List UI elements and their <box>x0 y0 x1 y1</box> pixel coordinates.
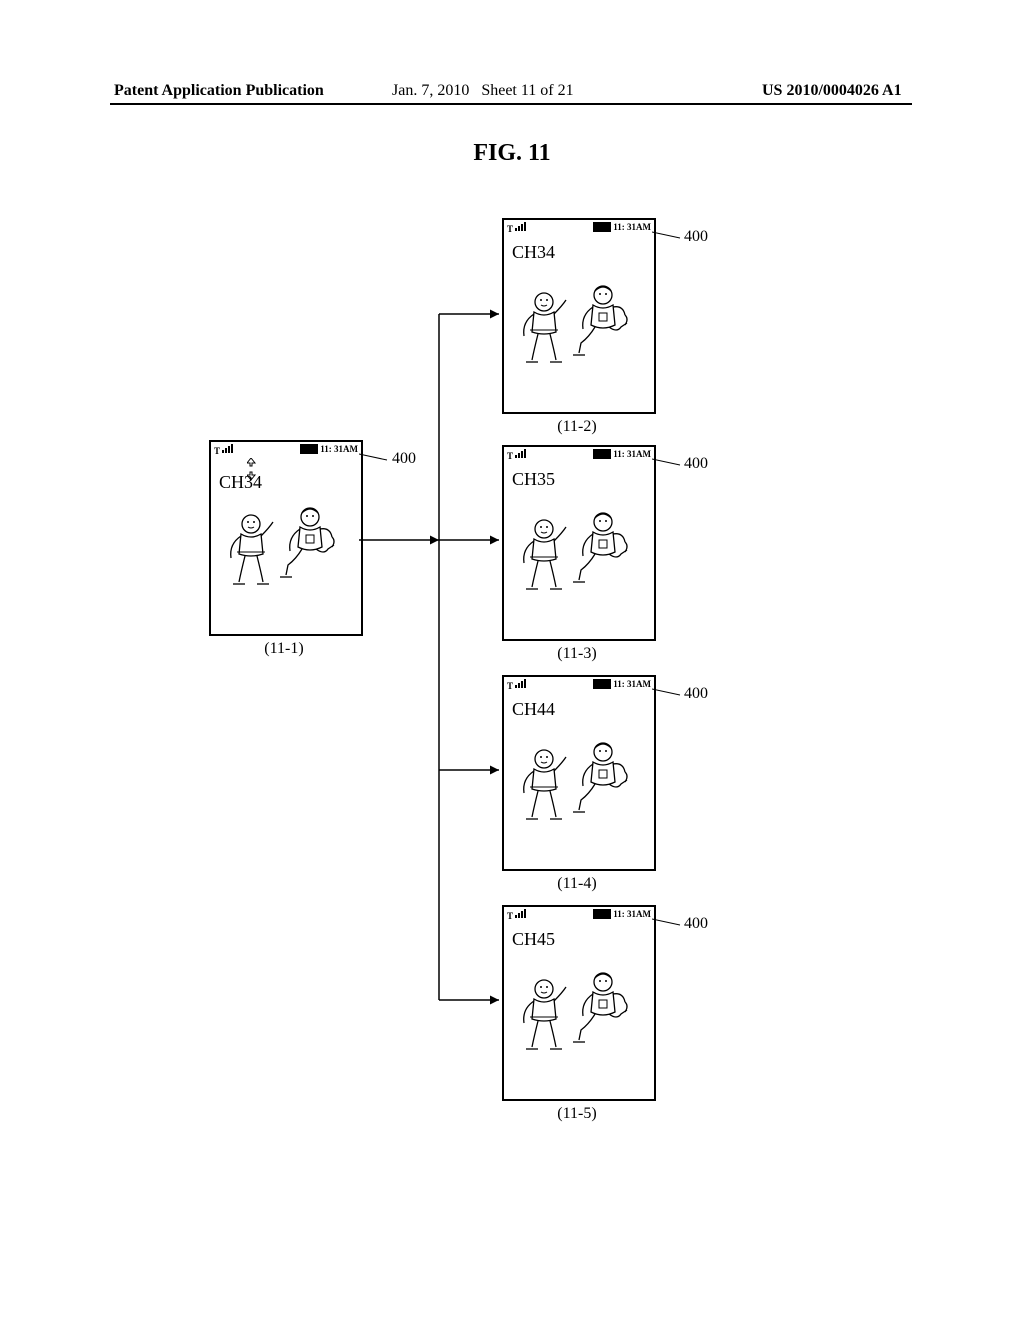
cartoon-person-a <box>544 330 604 415</box>
ref-400-11-4: 400 <box>684 685 708 703</box>
cartoon-person-a <box>544 1017 604 1102</box>
header-pubno: US 2010/0004026 A1 <box>762 82 902 100</box>
signal-indicator: T <box>507 679 527 691</box>
signal-label: T <box>214 446 220 456</box>
caption-11-2: (11-2) <box>502 418 652 436</box>
phone-screen-11-5: T 11: 31AM CH45 <box>502 905 656 1101</box>
battery-icon <box>593 679 611 689</box>
channel-up-down-icon <box>247 458 257 482</box>
header-sheet: Sheet 11 of 21 <box>481 82 573 99</box>
cartoon-person-b <box>599 552 669 637</box>
status-bar: T 11: 31AM <box>214 444 358 460</box>
signal-bars-icon <box>222 444 234 454</box>
ref-400-11-3: 400 <box>684 455 708 473</box>
battery-icon <box>300 444 318 454</box>
status-time: 11: 31AM <box>320 444 358 454</box>
channel-label: CH35 <box>512 469 555 490</box>
caption-11-3: (11-3) <box>502 645 652 663</box>
signal-indicator: T <box>507 449 527 461</box>
ref-400-11-2: 400 <box>684 228 708 246</box>
caption-11-1: (11-1) <box>209 640 359 658</box>
battery-icon <box>593 222 611 232</box>
channel-label: CH34 <box>219 472 262 493</box>
phone-screen-11-2: T 11: 31AM CH34 <box>502 218 656 414</box>
phone-screen-11-3: T 11: 31AM CH35 <box>502 445 656 641</box>
signal-indicator: T <box>507 222 527 234</box>
status-bar: T 11: 31AM <box>507 449 651 465</box>
header-date: Jan. 7, 2010 <box>392 82 469 99</box>
header-publication: Patent Application Publication <box>114 82 324 100</box>
signal-indicator: T <box>507 909 527 921</box>
status-time: 11: 31AM <box>613 222 651 232</box>
battery-icon <box>593 449 611 459</box>
channel-label: CH34 <box>512 242 555 263</box>
signal-bars-icon <box>515 909 527 919</box>
status-bar: T 11: 31AM <box>507 909 651 925</box>
header-date-sheet: Jan. 7, 2010 Sheet 11 of 21 <box>392 82 574 100</box>
signal-label: T <box>507 224 513 234</box>
channel-label: CH44 <box>512 699 555 720</box>
cartoon-person-b <box>599 782 669 867</box>
cartoon-person-a <box>544 557 604 642</box>
status-time: 11: 31AM <box>613 449 651 459</box>
ref-400-11-5: 400 <box>684 915 708 933</box>
signal-indicator: T <box>214 444 234 456</box>
figure-title: FIG. 11 <box>0 140 1024 167</box>
phone-screen-11-4: T 11: 31AM CH44 <box>502 675 656 871</box>
status-time: 11: 31AM <box>613 909 651 919</box>
cartoon-person-a <box>251 552 311 637</box>
battery-icon <box>593 909 611 919</box>
phone-screen-11-1: T 11: 31AM CH34 <box>209 440 363 636</box>
status-time: 11: 31AM <box>613 679 651 689</box>
status-bar: T 11: 31AM <box>507 679 651 695</box>
header-rule <box>110 103 912 105</box>
cartoon-person-a <box>544 787 604 872</box>
cartoon-person-b <box>599 1012 669 1097</box>
caption-11-4: (11-4) <box>502 875 652 893</box>
signal-bars-icon <box>515 222 527 232</box>
signal-bars-icon <box>515 679 527 689</box>
flow-connector <box>359 280 509 1050</box>
caption-11-5: (11-5) <box>502 1105 652 1123</box>
channel-label: CH45 <box>512 929 555 950</box>
signal-bars-icon <box>515 449 527 459</box>
status-bar: T 11: 31AM <box>507 222 651 238</box>
cartoon-person-b <box>599 325 669 410</box>
